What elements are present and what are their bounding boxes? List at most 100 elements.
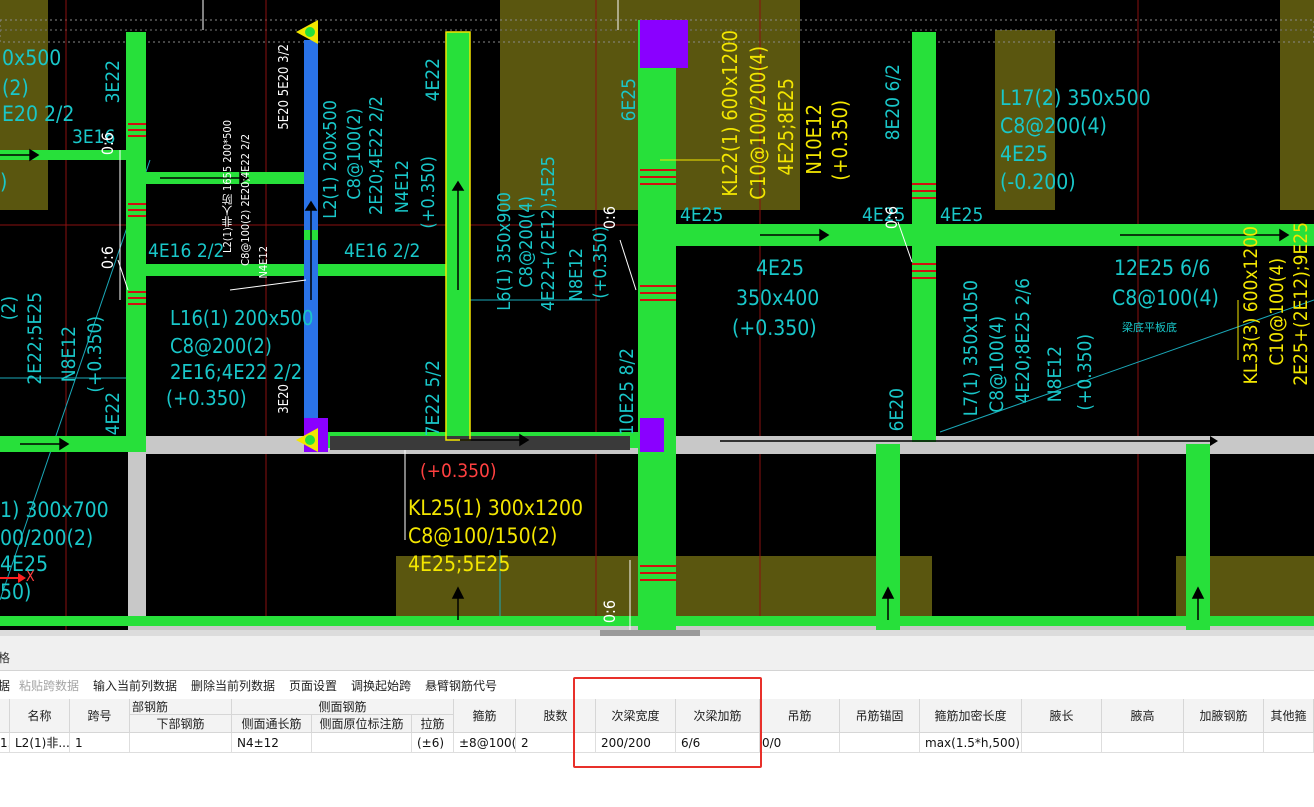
beam-label: C10@100/200(4) bbox=[746, 46, 770, 200]
cell-stirrup[interactable]: ±8@100( bbox=[454, 733, 516, 753]
beam-label: 0:6 bbox=[882, 206, 901, 230]
beam-label: 7E22 5/2 bbox=[422, 360, 444, 437]
col-header-span[interactable]: 跨号 bbox=[70, 699, 130, 733]
paste-span-data-button[interactable]: 粘贴跨数据 bbox=[19, 677, 79, 694]
col-header-secondary-add[interactable]: 次梁加筋 bbox=[676, 699, 760, 733]
beam-label: KL22(1) 600x1200 bbox=[718, 30, 742, 197]
beam-label: C8@200(4) bbox=[1000, 114, 1107, 138]
table-toolbar: 据 粘贴跨数据 输入当前列数据 删除当前列数据 页面设置 调换起始跨 悬臂钢筋代… bbox=[0, 671, 1314, 699]
col-header-stirrup[interactable]: 箍筋 bbox=[454, 699, 516, 733]
col-header-bottom-rebar[interactable]: 下部钢筋 bbox=[130, 715, 232, 733]
beam-label: 6E20 bbox=[886, 388, 908, 432]
cell-haunch-length[interactable] bbox=[1022, 733, 1102, 753]
beam-label: (2) bbox=[2, 76, 29, 100]
beam-label: 1) 300x700 bbox=[0, 498, 109, 522]
beam-label: 8E20 6/2 bbox=[882, 64, 904, 141]
col-header-haunch-rebar[interactable]: 加腋钢筋 bbox=[1184, 699, 1264, 733]
beam-label: L2(1)非人防 1655 200*500 bbox=[221, 120, 234, 254]
col-header-tie[interactable]: 拉筋 bbox=[412, 715, 454, 733]
beam-label: 梁底平板底 bbox=[1122, 321, 1177, 334]
beam-label: (+0.350) bbox=[84, 316, 106, 393]
col-header-legs[interactable]: 肢数 bbox=[516, 699, 596, 733]
row-indicator-header bbox=[0, 699, 10, 733]
beam-label: (+0.350) bbox=[166, 386, 247, 410]
cell-haunch-height[interactable] bbox=[1102, 733, 1184, 753]
beam-label: L7(1) 350x1050 bbox=[960, 280, 982, 417]
beam-label: 50) bbox=[0, 580, 32, 604]
col-header-haunch-height[interactable]: 腋高 bbox=[1102, 699, 1184, 733]
cell-name[interactable]: L2(1)非... bbox=[10, 733, 70, 753]
group-header-bottom-rebar: 部钢筋 bbox=[130, 699, 232, 715]
beam-label: (+0.350) bbox=[590, 226, 611, 299]
beam-label: N4E12 bbox=[257, 246, 270, 279]
beam-label: C8@100(4) bbox=[986, 316, 1008, 413]
col-header-haunch-length[interactable]: 腋长 bbox=[1022, 699, 1102, 733]
beam-label: 2E22;5E25 bbox=[24, 292, 46, 385]
cell-hanger[interactable]: 0/0 bbox=[760, 733, 840, 753]
beam-label: 00/200(2) bbox=[0, 526, 94, 550]
beam-label: (+0.350) bbox=[420, 460, 497, 482]
swap-start-span-button[interactable]: 调换起始跨 bbox=[351, 677, 411, 694]
cell-haunch-rebar[interactable] bbox=[1184, 733, 1264, 753]
panel-title: 格 bbox=[0, 651, 11, 665]
beam-label: 4E25 bbox=[940, 204, 984, 226]
beam-label: 4E25;5E25 bbox=[408, 552, 511, 576]
beam-label: 0:6 bbox=[98, 132, 117, 156]
page-setup-button[interactable]: 页面设置 bbox=[289, 677, 337, 694]
beam-label: (+0.350) bbox=[828, 100, 852, 181]
panel-title-bar: 格 bbox=[0, 636, 1314, 671]
col-header-side-note[interactable]: 侧面原位标注筋 bbox=[312, 715, 412, 733]
input-column-data-button[interactable]: 输入当前列数据 bbox=[93, 677, 177, 694]
beam-label: 0:6 bbox=[600, 600, 619, 624]
col-header-secondary-width[interactable]: 次梁宽度 bbox=[596, 699, 676, 733]
col-header-hanger-anchor[interactable]: 吊筋锚固 bbox=[840, 699, 920, 733]
beam-label: (+0.350) bbox=[418, 156, 439, 229]
beam-label: C10@100(4) bbox=[1266, 258, 1288, 366]
cad-canvas[interactable]: 0x500 (2) E20 2/2 3E16 0:6 3E22 ) 0:6 4E… bbox=[0, 0, 1314, 630]
cantilever-rebar-code-button[interactable]: 悬臂钢筋代号 bbox=[425, 677, 497, 694]
cell-span[interactable]: 1 bbox=[70, 733, 130, 753]
col-header-hanger[interactable]: 吊筋 bbox=[760, 699, 840, 733]
beam-label: KL33(3) 600x1200 bbox=[1240, 226, 1262, 385]
beam-label: L16(1) 200x500 bbox=[170, 306, 314, 330]
cell-legs[interactable]: 2 bbox=[516, 733, 596, 753]
beam-label: N10E12 bbox=[802, 104, 826, 175]
beam-label: C8@100(2) 2E20;4E22 2/2 bbox=[239, 134, 252, 266]
cell-secondary-width[interactable]: 200/200 bbox=[596, 733, 676, 753]
beam-label: 3E20 bbox=[277, 384, 292, 414]
row-index: 1. bbox=[0, 733, 10, 753]
beam-label: 2E16;4E22 2/2 bbox=[170, 360, 303, 384]
beam-label: 4E25 bbox=[0, 552, 48, 576]
cell-side-note[interactable] bbox=[312, 733, 412, 753]
beam-label: ) bbox=[0, 170, 8, 194]
cell-dense-length[interactable]: max(1.5*h,500) bbox=[920, 733, 1022, 753]
beam-label: L2(1) 200x500 bbox=[320, 100, 341, 219]
beam-label: KL25(1) 300x1200 bbox=[408, 496, 584, 520]
beam-label: C8@200(4) bbox=[516, 196, 537, 288]
beam-label: 4E22 bbox=[102, 392, 124, 436]
beam-label: (-0.200) bbox=[1000, 170, 1076, 194]
cell-side-through[interactable]: N4±12 bbox=[232, 733, 312, 753]
cell-other[interactable] bbox=[1264, 733, 1314, 753]
beam-label: 4E25 bbox=[680, 204, 724, 226]
beam-label: (+0.350) bbox=[1074, 334, 1096, 411]
beam-label: (2) bbox=[0, 296, 20, 321]
col-header-side-through[interactable]: 侧面通长筋 bbox=[232, 715, 312, 733]
beam-label: 4E22 bbox=[422, 58, 444, 102]
col-header-dense-length[interactable]: 箍筋加密长度 bbox=[920, 699, 1022, 733]
beam-label: 4E22+(2E12);5E25 bbox=[538, 156, 559, 312]
beam-label: C8@100(4) bbox=[1112, 286, 1219, 310]
beam-label: 4E16 2/2 bbox=[148, 240, 225, 262]
beam-label: 350x400 bbox=[736, 286, 820, 310]
cell-secondary-add[interactable]: 6/6 bbox=[676, 733, 760, 753]
cell-tie[interactable]: (±6) bbox=[412, 733, 454, 753]
cell-hanger-anchor[interactable] bbox=[840, 733, 920, 753]
beam-label: C8@100(2) bbox=[344, 108, 365, 200]
col-header-other[interactable]: 其他箍 bbox=[1264, 699, 1314, 733]
cell-bottom-rebar[interactable] bbox=[130, 733, 232, 753]
toolbar-data-button[interactable]: 据 bbox=[0, 677, 10, 694]
beam-label: 0:6 bbox=[98, 246, 117, 270]
beam-label: 0:6 bbox=[600, 206, 619, 230]
delete-column-data-button[interactable]: 删除当前列数据 bbox=[191, 677, 275, 694]
col-header-name[interactable]: 名称 bbox=[10, 699, 70, 733]
